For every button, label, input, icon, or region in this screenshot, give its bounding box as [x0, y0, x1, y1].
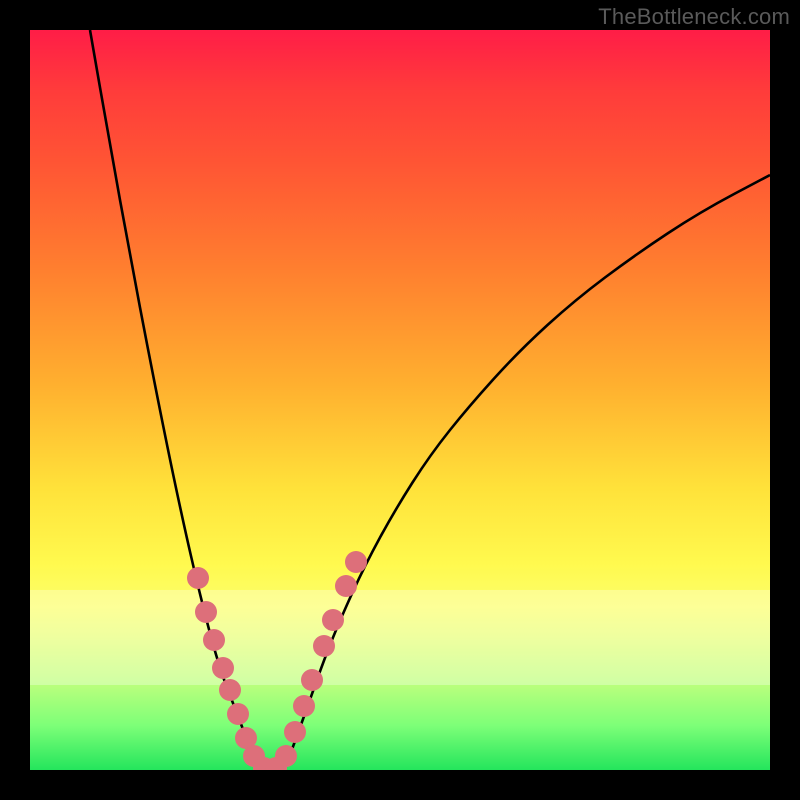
chart-marker: [275, 745, 297, 767]
curve-right: [283, 175, 770, 770]
chart-marker: [293, 695, 315, 717]
chart-frame: [30, 30, 770, 770]
chart-marker: [187, 567, 209, 589]
chart-marker: [203, 629, 225, 651]
chart-marker: [212, 657, 234, 679]
chart-marker: [227, 703, 249, 725]
chart-svg: [30, 30, 770, 770]
chart-marker: [335, 575, 357, 597]
chart-marker: [313, 635, 335, 657]
chart-marker: [284, 721, 306, 743]
watermark-text: TheBottleneck.com: [598, 4, 790, 30]
curve-left: [90, 30, 266, 770]
chart-marker: [219, 679, 241, 701]
chart-marker: [322, 609, 344, 631]
chart-marker: [301, 669, 323, 691]
marker-group: [187, 551, 367, 770]
chart-marker: [195, 601, 217, 623]
chart-marker: [345, 551, 367, 573]
